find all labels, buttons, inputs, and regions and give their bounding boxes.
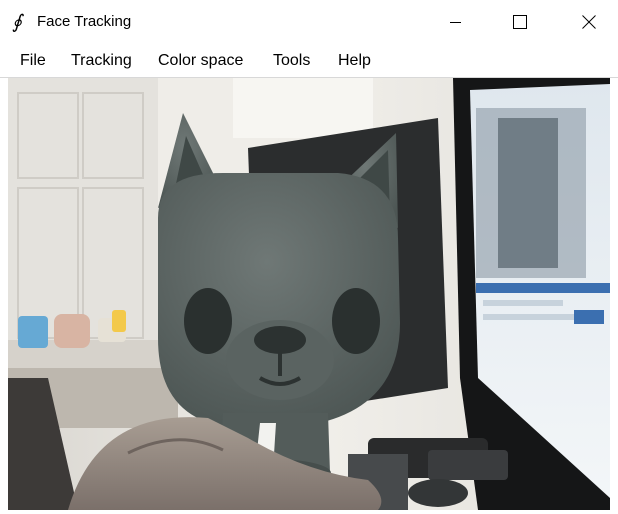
minimize-button[interactable] <box>433 0 479 43</box>
maximize-icon <box>513 14 527 29</box>
webcam-frame-image <box>8 78 610 510</box>
camera-feed <box>8 78 610 510</box>
minimize-icon <box>450 21 461 23</box>
close-icon <box>582 14 596 29</box>
window-title: Face Tracking <box>37 13 132 30</box>
menu-tracking[interactable]: Tracking <box>70 51 133 71</box>
menu-bar: File Tracking Color space Tools Help <box>0 43 618 78</box>
close-button[interactable] <box>566 0 612 43</box>
menu-color-space[interactable]: Color space <box>157 51 244 71</box>
menu-help[interactable]: Help <box>337 51 372 71</box>
title-bar[interactable]: ∮ Face Tracking <box>0 0 618 43</box>
menu-file[interactable]: File <box>19 51 47 71</box>
maximize-button[interactable] <box>497 0 543 43</box>
menu-tools[interactable]: Tools <box>272 51 311 71</box>
app-icon: ∮ <box>12 11 22 33</box>
app-window: ∮ Face Tracking File Tracking Color spac… <box>0 0 618 514</box>
